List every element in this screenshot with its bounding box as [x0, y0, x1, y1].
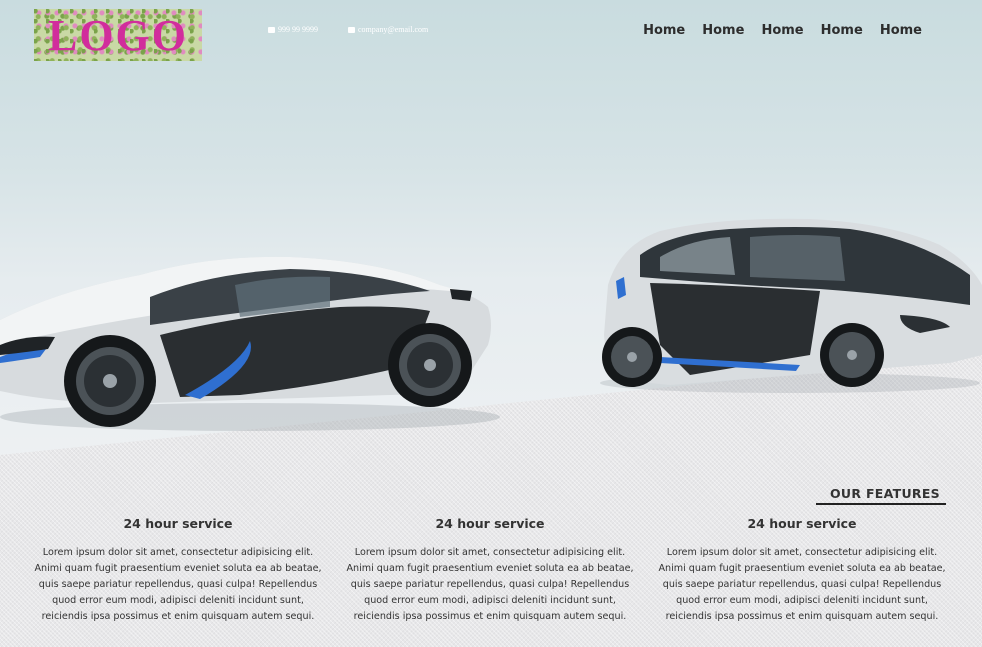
phone-contact[interactable]: 999 99 9999 — [268, 25, 318, 34]
nav-home-1[interactable]: Home — [643, 23, 685, 38]
feature-text: Lorem ipsum dolor sit amet, consectetur … — [346, 547, 634, 622]
feature-column: 24 hour service Lorem ipsum dolor sit am… — [656, 514, 948, 625]
phone-number: 999 99 9999 — [278, 25, 318, 34]
nav-home-4[interactable]: Home — [821, 23, 863, 38]
nav-home-3[interactable]: Home — [761, 23, 803, 38]
feature-column: 24 hour service Lorem ipsum dolor sit am… — [32, 514, 324, 625]
feature-heading: 24 hour service — [123, 516, 233, 531]
email-address: company@email.com — [358, 25, 429, 34]
logo-text: LOGO — [47, 10, 189, 60]
nav-home-2[interactable]: Home — [702, 23, 744, 38]
feature-heading: 24 hour service — [747, 516, 857, 531]
features-underline — [816, 503, 946, 505]
phone-icon — [268, 26, 275, 33]
logo[interactable]: LOGO — [34, 9, 202, 61]
feature-text: Lorem ipsum dolor sit amet, consectetur … — [658, 547, 946, 622]
nav-home-5[interactable]: Home — [880, 23, 922, 38]
feature-heading: 24 hour service — [435, 516, 545, 531]
main-nav: Home Home Home Home Home — [626, 23, 922, 38]
email-contact[interactable]: company@email.com — [348, 25, 428, 34]
hatchback-car-image — [600, 218, 982, 393]
mail-icon — [348, 26, 355, 33]
sports-car-image — [0, 256, 500, 431]
features-title: OUR FEATURES — [830, 486, 940, 501]
feature-text: Lorem ipsum dolor sit amet, consectetur … — [34, 547, 322, 622]
feature-column: 24 hour service Lorem ipsum dolor sit am… — [344, 514, 636, 625]
